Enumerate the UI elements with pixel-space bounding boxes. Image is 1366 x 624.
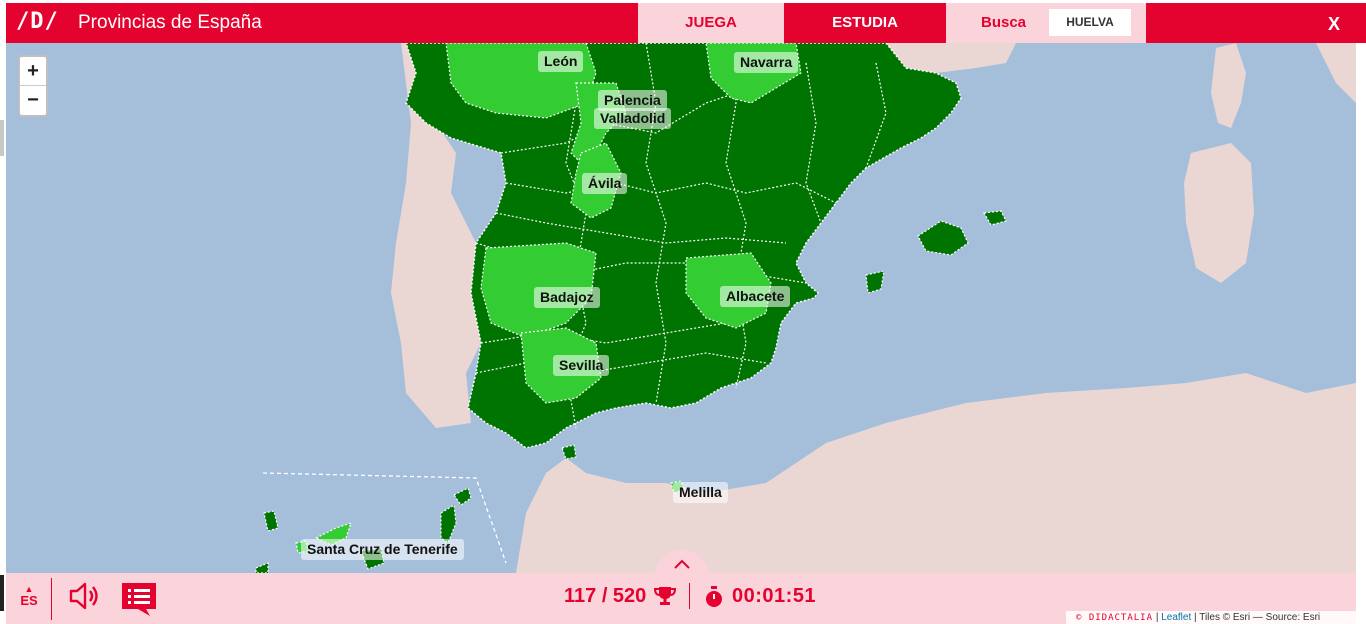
close-button[interactable]: X [1323,14,1345,36]
caret-up-icon: ▲ [24,584,34,594]
speaker-icon[interactable] [68,581,102,611]
edge-mark [0,575,4,611]
divider [689,583,690,609]
page-title: Provincias de España [78,12,262,33]
map-attribution: © DIDACTALIA | Leaflet | Tiles © Esri — … [1066,611,1356,624]
attribution-brand[interactable]: © DIDACTALIA [1076,613,1153,623]
search-target-badge: HUELVA [1049,9,1131,36]
search-prompt: Busca HUELVA [946,3,1146,43]
label-badajoz: Badajoz [534,287,600,308]
sardinia-land [1184,143,1254,283]
label-albacete: Albacete [720,286,791,307]
zoom-control: + − [18,55,48,117]
label-valladolid: Valladolid [594,108,672,129]
label-navarra: Navarra [734,52,799,73]
score-counter: 117 / 520 [564,585,647,607]
app-root: /D/ Provincias de España JUEGA ESTUDIA B… [0,0,1366,624]
balearic-islands [865,210,1007,294]
leaflet-link[interactable]: Leaflet [1161,612,1191,623]
scroll-mark [0,120,4,156]
canary-islands [255,487,472,573]
top-bar: /D/ Provincias de España JUEGA ESTUDIA B… [6,3,1366,43]
zoom-out-button[interactable]: − [20,86,46,115]
tab-study[interactable]: ESTUDIA [784,3,946,43]
chat-list-icon[interactable] [120,581,158,617]
elapsed-timer: 00:01:51 [732,585,817,607]
trophy-icon [654,587,676,605]
tab-play[interactable]: JUEGA [638,3,784,43]
didactalia-logo[interactable]: /D/ [16,9,59,34]
label-melilla: Melilla [673,482,728,503]
label-avila: Ávila [582,173,628,194]
language-selector[interactable]: ▲ ES [16,584,42,609]
label-leon: León [538,51,584,72]
chevron-up-icon [674,559,690,569]
language-code: ES [20,593,38,608]
zoom-in-button[interactable]: + [20,57,46,86]
italy-land [1316,43,1356,103]
attribution-tiles: | Tiles © Esri — Source: Esri [1194,612,1321,623]
attribution-separator: | [1155,612,1159,623]
stopwatch-icon [706,586,722,607]
search-label: Busca [981,14,1027,31]
corsica-land [1211,43,1246,128]
divider [51,578,52,620]
label-tenerife: Santa Cruz de Tenerife [301,539,464,560]
label-sevilla: Sevilla [553,355,610,376]
ceuta [561,444,577,460]
map-view[interactable]: + − León Navarra Palencia Valladolid Ávi… [6,43,1356,573]
